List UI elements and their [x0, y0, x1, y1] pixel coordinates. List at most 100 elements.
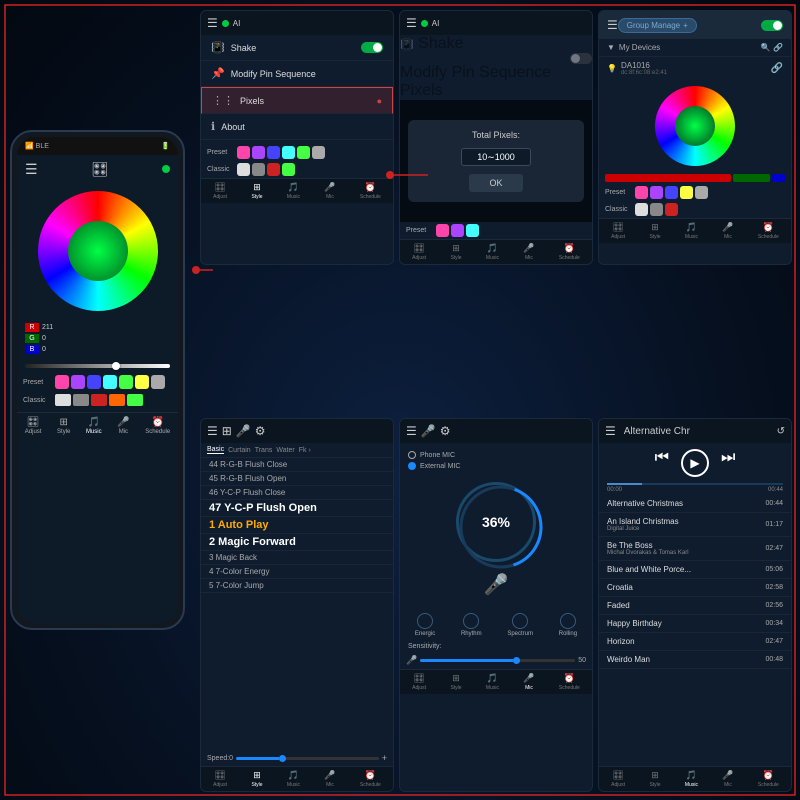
mode-spectrum[interactable]: Spectrum: [507, 613, 533, 637]
dialog-ok-button[interactable]: OK: [469, 174, 522, 192]
p1-nav-music[interactable]: 🎵 Music: [287, 182, 300, 200]
music-item-auto[interactable]: 1 Auto Play: [201, 517, 393, 534]
preset-dot-3[interactable]: [87, 375, 101, 389]
p1-classic-2[interactable]: [252, 163, 265, 176]
external-mic-option[interactable]: External MIC: [408, 462, 584, 470]
preset-dot-1[interactable]: [55, 375, 69, 389]
preset-dot-6[interactable]: [135, 375, 149, 389]
sensitivity-slider[interactable]: [420, 659, 575, 662]
preset-dot-7[interactable]: [151, 375, 165, 389]
p1-nav-adjust[interactable]: 🎛 Adjust: [213, 182, 227, 200]
mln-schedule[interactable]: ⏰ Schedule: [758, 770, 779, 788]
song-blue-white[interactable]: Blue and White Porce... 05:06: [599, 561, 791, 579]
tab-curtain[interactable]: Curtain: [228, 447, 251, 454]
p1-dot-2[interactable]: [252, 146, 265, 159]
classic-dot-2[interactable]: [73, 394, 89, 406]
p2-dot-1[interactable]: [436, 224, 449, 237]
music-item-46[interactable]: 46 Y-C-P Flush Close: [201, 486, 393, 500]
tab-fk[interactable]: Fk ›: [299, 447, 311, 454]
g-dot-2[interactable]: [650, 186, 663, 199]
shake-toggle[interactable]: [361, 42, 383, 53]
micnav-style[interactable]: ⊞ Style: [450, 673, 461, 691]
g-classic-2[interactable]: [650, 203, 663, 216]
g-nav-adjust[interactable]: 🎛 Adjust: [611, 222, 625, 240]
song-weirdo[interactable]: Weirdo Man 00:48: [599, 651, 791, 669]
g-dot-3[interactable]: [665, 186, 678, 199]
music-item-magic-back[interactable]: 3 Magic Back: [201, 551, 393, 565]
p1-dot-6[interactable]: [312, 146, 325, 159]
p2-dot-2[interactable]: [451, 224, 464, 237]
p1-classic-4[interactable]: [282, 163, 295, 176]
group-color-wheel[interactable]: [655, 86, 735, 166]
music-item-7jump[interactable]: 5 7-Color Jump: [201, 579, 393, 593]
p2-nav-mic[interactable]: 🎤 Mic: [523, 243, 534, 261]
phone-mic-option[interactable]: Phone MIC: [408, 451, 584, 459]
p1-classic-3[interactable]: [267, 163, 280, 176]
g-nav-style[interactable]: ⊞ Style: [649, 222, 660, 240]
g-nav-schedule[interactable]: ⏰ Schedule: [758, 222, 779, 240]
device-item[interactable]: 💡 DA1016 dc:8f:6c:08:e2:41 🔗: [599, 57, 791, 80]
p1-nav-style[interactable]: ⊞ Style: [251, 182, 262, 200]
preset-dot-2[interactable]: [71, 375, 85, 389]
music-item-47[interactable]: 47 Y-C-P Flush Open: [201, 500, 393, 517]
p1-nav-schedule[interactable]: ⏰ Schedule: [360, 182, 381, 200]
mn-style[interactable]: ⊞ Style: [251, 770, 262, 788]
menu-about[interactable]: ℹ About: [201, 114, 393, 140]
preset-dot-4[interactable]: [103, 375, 117, 389]
p2-nav-adjust[interactable]: 🎛 Adjust: [412, 243, 426, 261]
p2-nav-music[interactable]: 🎵 Music: [486, 243, 499, 261]
phone-nav-style[interactable]: ⊞ Style: [57, 417, 70, 435]
phone-nav-schedule[interactable]: ⏰ Schedule: [145, 417, 170, 435]
group-toggle[interactable]: [761, 20, 783, 31]
mn-adjust[interactable]: 🎛 Adjust: [213, 770, 227, 788]
g-classic-3[interactable]: [665, 203, 678, 216]
song-horizon[interactable]: Horizon 02:47: [599, 633, 791, 651]
micnav-schedule[interactable]: ⏰ Schedule: [559, 673, 580, 691]
classic-dot-1[interactable]: [55, 394, 71, 406]
p1-dot-5[interactable]: [297, 146, 310, 159]
menu-pixels[interactable]: ⋮⋮ Pixels ●: [201, 87, 393, 114]
classic-dot-4[interactable]: [109, 394, 125, 406]
song-faded[interactable]: Faded 02:56: [599, 597, 791, 615]
mln-mic[interactable]: 🎤 Mic: [722, 770, 733, 788]
speed-plus[interactable]: +: [382, 753, 387, 763]
speed-slider[interactable]: [236, 757, 379, 760]
p2-dot-3[interactable]: [466, 224, 479, 237]
tab-basic[interactable]: Basic: [207, 446, 224, 454]
group-manage-button[interactable]: Group Manage +: [618, 18, 697, 33]
micnav-music[interactable]: 🎵 Music: [486, 673, 499, 691]
micnav-mic[interactable]: 🎤 Mic: [523, 673, 534, 691]
mode-rhythm[interactable]: Rhythm: [461, 613, 482, 637]
menu-shake[interactable]: 📳 Shake: [201, 35, 393, 61]
g-dot-5[interactable]: [695, 186, 708, 199]
phone-nav-music[interactable]: 🎵 Music: [86, 417, 102, 435]
play-button[interactable]: ▶: [681, 449, 709, 477]
music-item-7color[interactable]: 4 7-Color Energy: [201, 565, 393, 579]
mn-schedule[interactable]: ⏰ Schedule: [360, 770, 381, 788]
mln-adjust[interactable]: 🎛 Adjust: [611, 770, 625, 788]
mode-rolling[interactable]: Rolling: [559, 613, 577, 637]
classic-dot-5[interactable]: [127, 394, 143, 406]
p1-dot-4[interactable]: [282, 146, 295, 159]
menu-modify-pin[interactable]: 📌 Modify Pin Sequence: [201, 61, 393, 87]
song-boss[interactable]: Be The Boss Michal Dvorakas & Tomas Karl…: [599, 537, 791, 561]
phone-nav-adjust[interactable]: 🎛 Adjust: [25, 417, 42, 435]
p2-nav-schedule[interactable]: ⏰ Schedule: [559, 243, 580, 261]
p1-dot-1[interactable]: [237, 146, 250, 159]
song-croatia[interactable]: Croatia 02:58: [599, 579, 791, 597]
mln-music[interactable]: 🎵 Music: [685, 770, 698, 788]
prev-button[interactable]: ⏮: [655, 449, 669, 477]
color-wheel[interactable]: [38, 191, 158, 311]
phone-nav-mic[interactable]: 🎤 Mic: [117, 417, 129, 435]
song-alt-christmas[interactable]: Alternative Christmas 00:44: [599, 495, 791, 513]
p1-classic-1[interactable]: [237, 163, 250, 176]
music-item-44[interactable]: 44 R-G-B Flush Close: [201, 458, 393, 472]
mln-style[interactable]: ⊞ Style: [649, 770, 660, 788]
music-item-magic-fwd[interactable]: 2 Magic Forward: [201, 534, 393, 551]
mn-music[interactable]: 🎵 Music: [287, 770, 300, 788]
external-mic-radio[interactable]: [408, 462, 416, 470]
phone-mic-radio[interactable]: [408, 451, 416, 459]
g-dot-1[interactable]: [635, 186, 648, 199]
micnav-adjust[interactable]: 🎛 Adjust: [412, 673, 426, 691]
g-nav-music[interactable]: 🎵 Music: [685, 222, 698, 240]
